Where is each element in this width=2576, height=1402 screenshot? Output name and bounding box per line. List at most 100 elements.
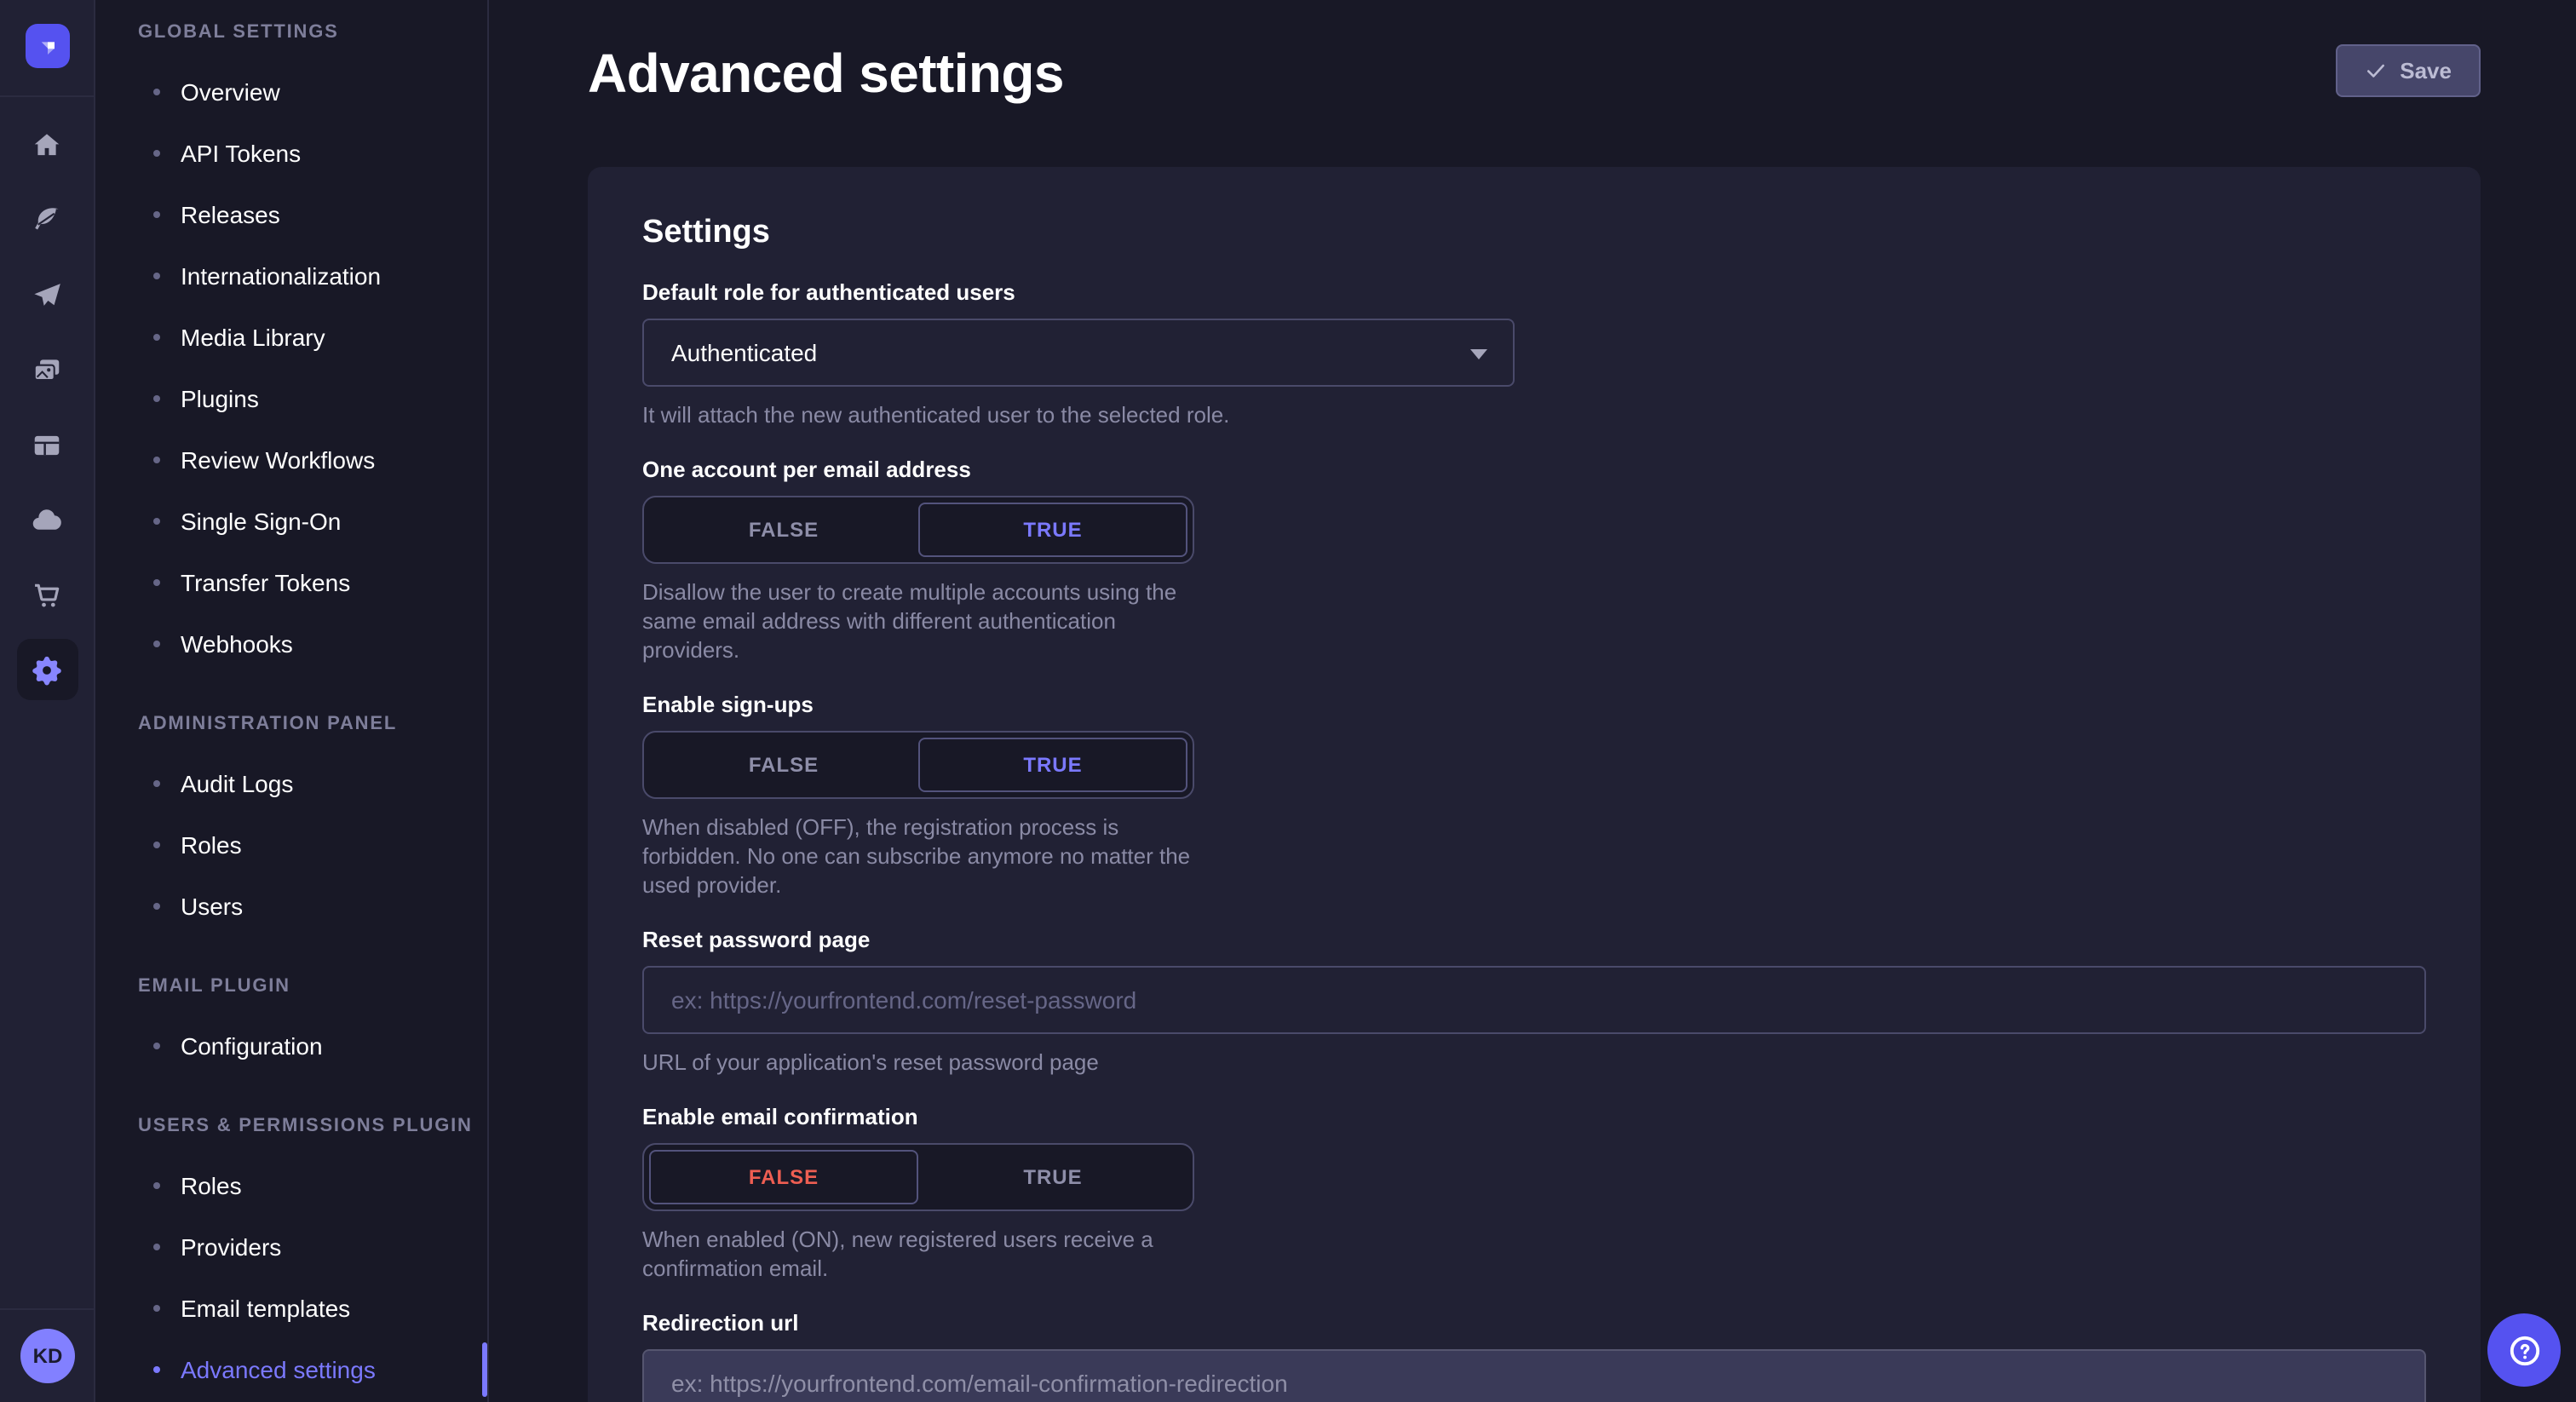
sidebar-item-label: Transfer Tokens	[181, 569, 350, 596]
sidebar-item-label: Review Workflows	[181, 446, 375, 474]
app-root: KD GLOBAL SETTINGSOverviewAPI TokensRele…	[0, 0, 2576, 1402]
enable-sign-ups-toggle: FALSETRUE	[642, 731, 1194, 799]
sidebar-item-label: Advanced settings	[181, 1356, 376, 1383]
page-title: Advanced settings	[588, 43, 2481, 106]
rail-bottom-divider	[0, 1308, 94, 1310]
sidebar-section: ADMINISTRATION PANEL Audit Logs Roles Users	[95, 695, 487, 937]
bullet-icon	[153, 780, 160, 787]
media-icon[interactable]	[0, 332, 94, 407]
page-header: Advanced settings Save	[491, 0, 2576, 106]
enable-sign-ups-option-true[interactable]: TRUE	[918, 738, 1187, 792]
sidebar-item-audit-logs[interactable]: Audit Logs	[95, 753, 487, 814]
sidebar-section-title: ADMINISTRATION PANEL	[95, 695, 487, 753]
sidebar-item-overview[interactable]: Overview	[95, 61, 487, 123]
bullet-icon	[153, 334, 160, 341]
bullet-icon	[153, 842, 160, 848]
redirection-url-input[interactable]	[642, 1349, 2426, 1402]
sidebar-item-label: Media Library	[181, 324, 325, 351]
sidebar-item-api-tokens[interactable]: API Tokens	[95, 123, 487, 184]
feather-icon[interactable]	[0, 182, 94, 257]
bullet-icon	[153, 518, 160, 525]
settings-sidebar: GLOBAL SETTINGSOverviewAPI TokensRelease…	[95, 0, 489, 1402]
sidebar-section-title: EMAIL PLUGIN	[95, 957, 487, 1015]
sidebar-item-single-sign-on[interactable]: Single Sign-On	[95, 491, 487, 552]
sidebar-item-configuration[interactable]: Configuration	[95, 1015, 487, 1077]
bullet-icon	[153, 150, 160, 157]
default-role-label: Default role for authenticated users	[642, 279, 2426, 305]
sidebar-item-email-templates[interactable]: Email templates	[95, 1278, 487, 1339]
sidebar-item-webhooks[interactable]: Webhooks	[95, 613, 487, 675]
sidebar-section-title: USERS & PERMISSIONS PLUGIN	[95, 1097, 487, 1155]
bullet-icon	[153, 1366, 160, 1373]
sidebar-item-label: Single Sign-On	[181, 508, 341, 535]
sidebar-item-roles[interactable]: Roles	[95, 814, 487, 876]
enable-email-confirmation-option-false[interactable]: FALSE	[649, 1150, 918, 1204]
sidebar-item-plugins[interactable]: Plugins	[95, 368, 487, 429]
sidebar-item-label: Roles	[181, 1172, 242, 1199]
bullet-icon	[153, 1182, 160, 1189]
enable-sign-ups-option-false[interactable]: FALSE	[649, 738, 918, 792]
sidebar-section: EMAIL PLUGIN Configuration	[95, 957, 487, 1077]
one-account-per-email-option-false[interactable]: FALSE	[649, 503, 918, 557]
sidebar-item-users[interactable]: Users	[95, 876, 487, 937]
sidebar-sections: GLOBAL SETTINGSOverviewAPI TokensRelease…	[95, 3, 487, 1400]
sidebar-item-label: Providers	[181, 1233, 281, 1261]
sidebar-item-label: Webhooks	[181, 630, 293, 658]
reset-password-page-label: Reset password page	[642, 927, 2426, 952]
enable-email-confirmation-label: Enable email confirmation	[642, 1104, 2426, 1129]
select-value: Authenticated	[671, 339, 817, 366]
sidebar-item-transfer-tokens[interactable]: Transfer Tokens	[95, 552, 487, 613]
one-account-per-email-option-true[interactable]: TRUE	[918, 503, 1187, 557]
sidebar-item-advanced-settings[interactable]: Advanced settings	[95, 1339, 487, 1400]
layout-icon[interactable]	[0, 407, 94, 482]
bullet-icon	[153, 457, 160, 463]
bullet-icon	[153, 579, 160, 586]
one-account-per-email-toggle: FALSETRUE	[642, 496, 1194, 564]
rail-icons	[0, 97, 94, 707]
sidebar-item-media-library[interactable]: Media Library	[95, 307, 487, 368]
sidebar-item-label: Audit Logs	[181, 770, 293, 797]
sidebar-item-label: Email templates	[181, 1295, 350, 1322]
field-redirection-url: Redirection url	[642, 1310, 2426, 1402]
settings-card: Settings Default role for authenticated …	[588, 167, 2481, 1402]
sidebar-item-label: Releases	[181, 201, 280, 228]
cloud-icon[interactable]	[0, 482, 94, 557]
check-icon	[2364, 60, 2386, 82]
reset-password-page-hint: URL of your application's reset password…	[642, 1048, 2426, 1077]
enable-email-confirmation-hint: When enabled (ON), new registered users …	[642, 1225, 2426, 1283]
cart-icon[interactable]	[0, 557, 94, 632]
reset-password-page-input[interactable]	[642, 966, 2426, 1034]
sidebar-section: GLOBAL SETTINGSOverviewAPI TokensRelease…	[95, 3, 487, 675]
enable-email-confirmation-option-true[interactable]: TRUE	[918, 1150, 1187, 1204]
save-button[interactable]: Save	[2335, 44, 2481, 97]
sidebar-item-label: API Tokens	[181, 140, 301, 167]
gear-icon[interactable]	[0, 632, 94, 707]
bullet-icon	[153, 395, 160, 402]
sidebar-item-roles[interactable]: Roles	[95, 1155, 487, 1216]
sidebar-item-internationalization[interactable]: Internationalization	[95, 245, 487, 307]
sidebar-item-providers[interactable]: Providers	[95, 1216, 487, 1278]
home-icon[interactable]	[0, 107, 94, 182]
field-reset-password-page: Reset password page URL of your applicati…	[642, 927, 2426, 1077]
one-account-per-email-label: One account per email address	[642, 457, 2426, 482]
default-role-select[interactable]: Authenticated	[642, 319, 1515, 387]
question-mark-icon	[2505, 1331, 2543, 1369]
sidebar-section: USERS & PERMISSIONS PLUGIN Roles Providers…	[95, 1097, 487, 1400]
settings-card-title: Settings	[642, 215, 2426, 252]
sidebar-item-review-workflows[interactable]: Review Workflows	[95, 429, 487, 491]
avatar[interactable]: KD	[20, 1329, 75, 1383]
sidebar-item-releases[interactable]: Releases	[95, 184, 487, 245]
sidebar-item-label: Roles	[181, 831, 242, 859]
sidebar-item-label: Plugins	[181, 385, 259, 412]
field-enable-sign-ups: Enable sign-upsFALSETRUEWhen disabled (O…	[642, 692, 2426, 899]
main-content: Advanced settings Save Settings Default …	[491, 0, 2576, 1402]
sidebar-item-label: Configuration	[181, 1032, 323, 1060]
help-button[interactable]	[2487, 1313, 2561, 1387]
sidebar-item-label: Overview	[181, 78, 280, 106]
redirection-url-label: Redirection url	[642, 1310, 2426, 1336]
strapi-logo[interactable]	[25, 24, 69, 68]
settings-fields: Default role for authenticated users Auth…	[642, 279, 2426, 1402]
paper-plane-icon[interactable]	[0, 257, 94, 332]
field-enable-email-confirmation: Enable email confirmation FALSETRUE When e…	[642, 1104, 2426, 1283]
field-default-role: Default role for authenticated users Auth…	[642, 279, 2426, 429]
